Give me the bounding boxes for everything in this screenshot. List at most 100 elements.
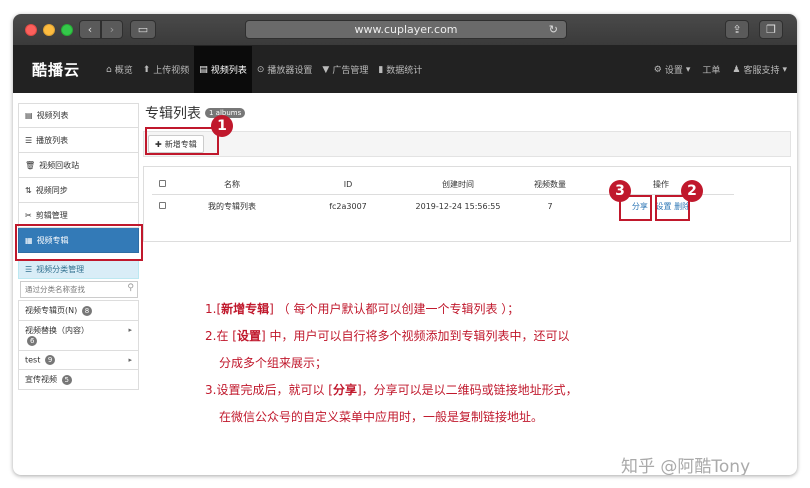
sidebar-item-video-list[interactable]: ▤ 视频列表 — [18, 103, 139, 128]
album-created: 2019-12-24 15:56:55 — [415, 201, 501, 211]
note-line-1: 1.[新增专辑] （ 每个用户默认都可以创建一个专辑列表 ）； — [205, 302, 520, 316]
sidebar-toggle-icon[interactable]: ▭ — [130, 20, 156, 39]
album-name: 我的专辑列表 — [208, 201, 256, 211]
watermark: 知乎 @阿酷Tony — [621, 457, 751, 475]
album-id: fc2a3007 — [329, 201, 367, 211]
category-header-label: 视频分类管理 — [36, 264, 85, 274]
address-bar[interactable]: www.cuplayer.com ↻ — [245, 20, 567, 39]
sidebar-item-label: 剪辑管理 — [35, 210, 68, 220]
note-line-3: 分成多个组来展示； — [219, 356, 328, 370]
bell-icon: ♟ — [732, 64, 741, 75]
forward-icon[interactable]: › — [101, 20, 123, 39]
nav-upload[interactable]: ⬆ 上传视频 — [138, 46, 195, 93]
browser-window: ‹ › ▭ www.cuplayer.com ↻ ⇪ ❐ 酷播云 ⌂ 概览 ⬆ 上传… — [13, 14, 797, 475]
nav-label: 广告管理 — [332, 66, 369, 76]
album-toolbar: ✚ 新增专辑 — [143, 131, 791, 157]
chart-icon: ▮ — [378, 64, 384, 75]
nav-overview[interactable]: ⌂ 概览 — [101, 46, 138, 93]
count-badge: 6 — [27, 336, 38, 346]
list-icon: ☰ — [25, 135, 33, 145]
highlight-add-button — [145, 127, 219, 155]
nav-label: 数据统计 — [386, 66, 423, 76]
close-window-button[interactable] — [25, 24, 37, 36]
trash-icon: 🗑 — [25, 160, 36, 170]
back-icon[interactable]: ‹ — [79, 20, 101, 39]
select-all-cell — [152, 176, 172, 195]
nav-label: 播放器设置 — [267, 66, 313, 76]
url-text: www.cuplayer.com — [354, 23, 458, 36]
caret-right-icon[interactable]: ▸ — [128, 356, 132, 364]
nav-stats[interactable]: ▮ 数据统计 — [373, 46, 427, 93]
note-line-2: 2.在 [设置] 中，用户可以自行将多个视频添加到专辑列表中，还可以 — [205, 329, 570, 343]
home-icon: ⌂ — [106, 64, 112, 75]
category-search-placeholder: 通过分类名称查找 — [25, 285, 85, 294]
scissors-icon: ✂ — [25, 210, 32, 220]
tabs-icon[interactable]: ❐ — [759, 20, 783, 39]
column-header-count: 视频数量 — [512, 176, 588, 195]
count-badge: 5 — [61, 374, 73, 385]
sidebar-item-recycle-bin[interactable]: 🗑 视频回收站 — [18, 153, 139, 178]
column-header-created: 创建时间 — [404, 176, 512, 195]
play-icon: ⊙ — [256, 64, 265, 75]
right-nav: ⚙ 设置 ▾ 工单 ♟ 客服支持 ▾ — [654, 46, 787, 93]
album-table-panel: 名称 ID 创建时间 视频数量 操作 我的专辑列表 fc2a3007 2019-… — [143, 166, 791, 242]
note-line-5: 在微信公众号的自定义菜单中应用时，一般是复制链接地址。 — [219, 410, 544, 424]
select-all-checkbox[interactable] — [158, 180, 166, 188]
search-icon[interactable]: ⚲ — [127, 283, 134, 293]
film-icon: ▤ — [25, 111, 33, 120]
reload-icon[interactable]: ↻ — [549, 21, 558, 38]
ticket-label: 工单 — [702, 66, 721, 76]
nav-video-list[interactable]: ▤ 视频列表 — [194, 46, 252, 93]
app-logo[interactable]: 酷播云 — [32, 59, 80, 80]
category-header: ☰ 视频分类管理 — [18, 259, 139, 279]
caret-right-icon[interactable]: ▸ — [128, 326, 132, 334]
film-icon: ▤ — [199, 64, 208, 75]
count-badge: 9 — [44, 355, 56, 365]
top-nav: ⌂ 概览 ⬆ 上传视频 ▤ 视频列表 ⊙ 播放器设置 ▼ 广告管理 ▮ 数据统计 — [101, 46, 427, 93]
page-title-text: 专辑列表 — [145, 106, 201, 122]
album-video-count: 7 — [547, 201, 553, 211]
sync-icon: ⇅ — [25, 185, 32, 195]
category-label: test — [25, 355, 41, 365]
sidebar-item-label: 播放列表 — [36, 135, 69, 145]
list-icon: ☰ — [25, 264, 33, 274]
ticket-link[interactable]: 工单 — [702, 63, 720, 76]
nav-ads[interactable]: ▼ 广告管理 — [317, 46, 373, 93]
category-item[interactable]: 宣传视频 5 — [18, 370, 139, 390]
nav-label: 视频列表 — [210, 66, 247, 76]
category-search-input[interactable]: 通过分类名称查找 ⚲ — [20, 281, 138, 298]
row-checkbox[interactable] — [158, 201, 166, 209]
browser-toolbar: ‹ › ▭ www.cuplayer.com ↻ ⇪ ❐ — [13, 14, 797, 46]
sidebar-item-label: 视频列表 — [36, 111, 69, 120]
category-item[interactable]: 视频专辑页(N) 8 — [18, 300, 139, 321]
category-label: 宣传视频 — [25, 375, 57, 384]
settings-label: 设置 — [664, 66, 683, 76]
count-badge: 8 — [81, 305, 93, 316]
share-icon[interactable]: ⇪ — [725, 20, 749, 39]
category-label: 视频专辑页(N) — [25, 306, 78, 315]
marker-2: 2 — [681, 180, 703, 202]
category-item[interactable]: test 9 ▸ — [18, 351, 139, 370]
row-select-cell — [152, 194, 172, 218]
nav-player-settings[interactable]: ⊙ 播放器设置 — [252, 46, 318, 93]
gear-icon: ⚙ — [653, 64, 662, 75]
sidebar-item-playlist[interactable]: ☰ 播放列表 — [18, 128, 139, 153]
minimize-window-button[interactable] — [43, 24, 55, 36]
nav-label: 概览 — [114, 66, 133, 76]
highlight-albums-menu — [15, 224, 143, 261]
category-item[interactable]: 视频替换（内容） ▸ 6 — [18, 321, 139, 351]
support-label: 客服支持 — [743, 66, 780, 76]
column-header-id: ID — [292, 176, 404, 195]
sidebar-item-label: 视频同步 — [35, 185, 68, 195]
column-header-name: 名称 — [172, 176, 292, 195]
sidebar-item-sync[interactable]: ⇅ 视频同步 — [18, 178, 139, 203]
settings-menu[interactable]: ⚙ 设置 ▾ — [653, 63, 691, 77]
sidebar-item-label: 视频回收站 — [39, 160, 80, 170]
filter-icon: ▼ — [322, 64, 330, 75]
maximize-window-button[interactable] — [61, 24, 73, 36]
note-line-4: 3.设置完成后，就可以 [分享]，分享可以是以二维码或链接地址形式， — [205, 383, 578, 397]
app-header: 酷播云 ⌂ 概览 ⬆ 上传视频 ▤ 视频列表 ⊙ 播放器设置 ▼ 广告管理 ▮ 数据统计 ⚙… — [13, 46, 797, 93]
marker-3: 3 — [609, 180, 631, 202]
support-menu[interactable]: ♟ 客服支持 ▾ — [732, 63, 787, 77]
category-panel: ☰ 视频分类管理 通过分类名称查找 ⚲ 视频专辑页(N) 8 视频替换（内容） ▸ 6 … — [18, 259, 139, 390]
